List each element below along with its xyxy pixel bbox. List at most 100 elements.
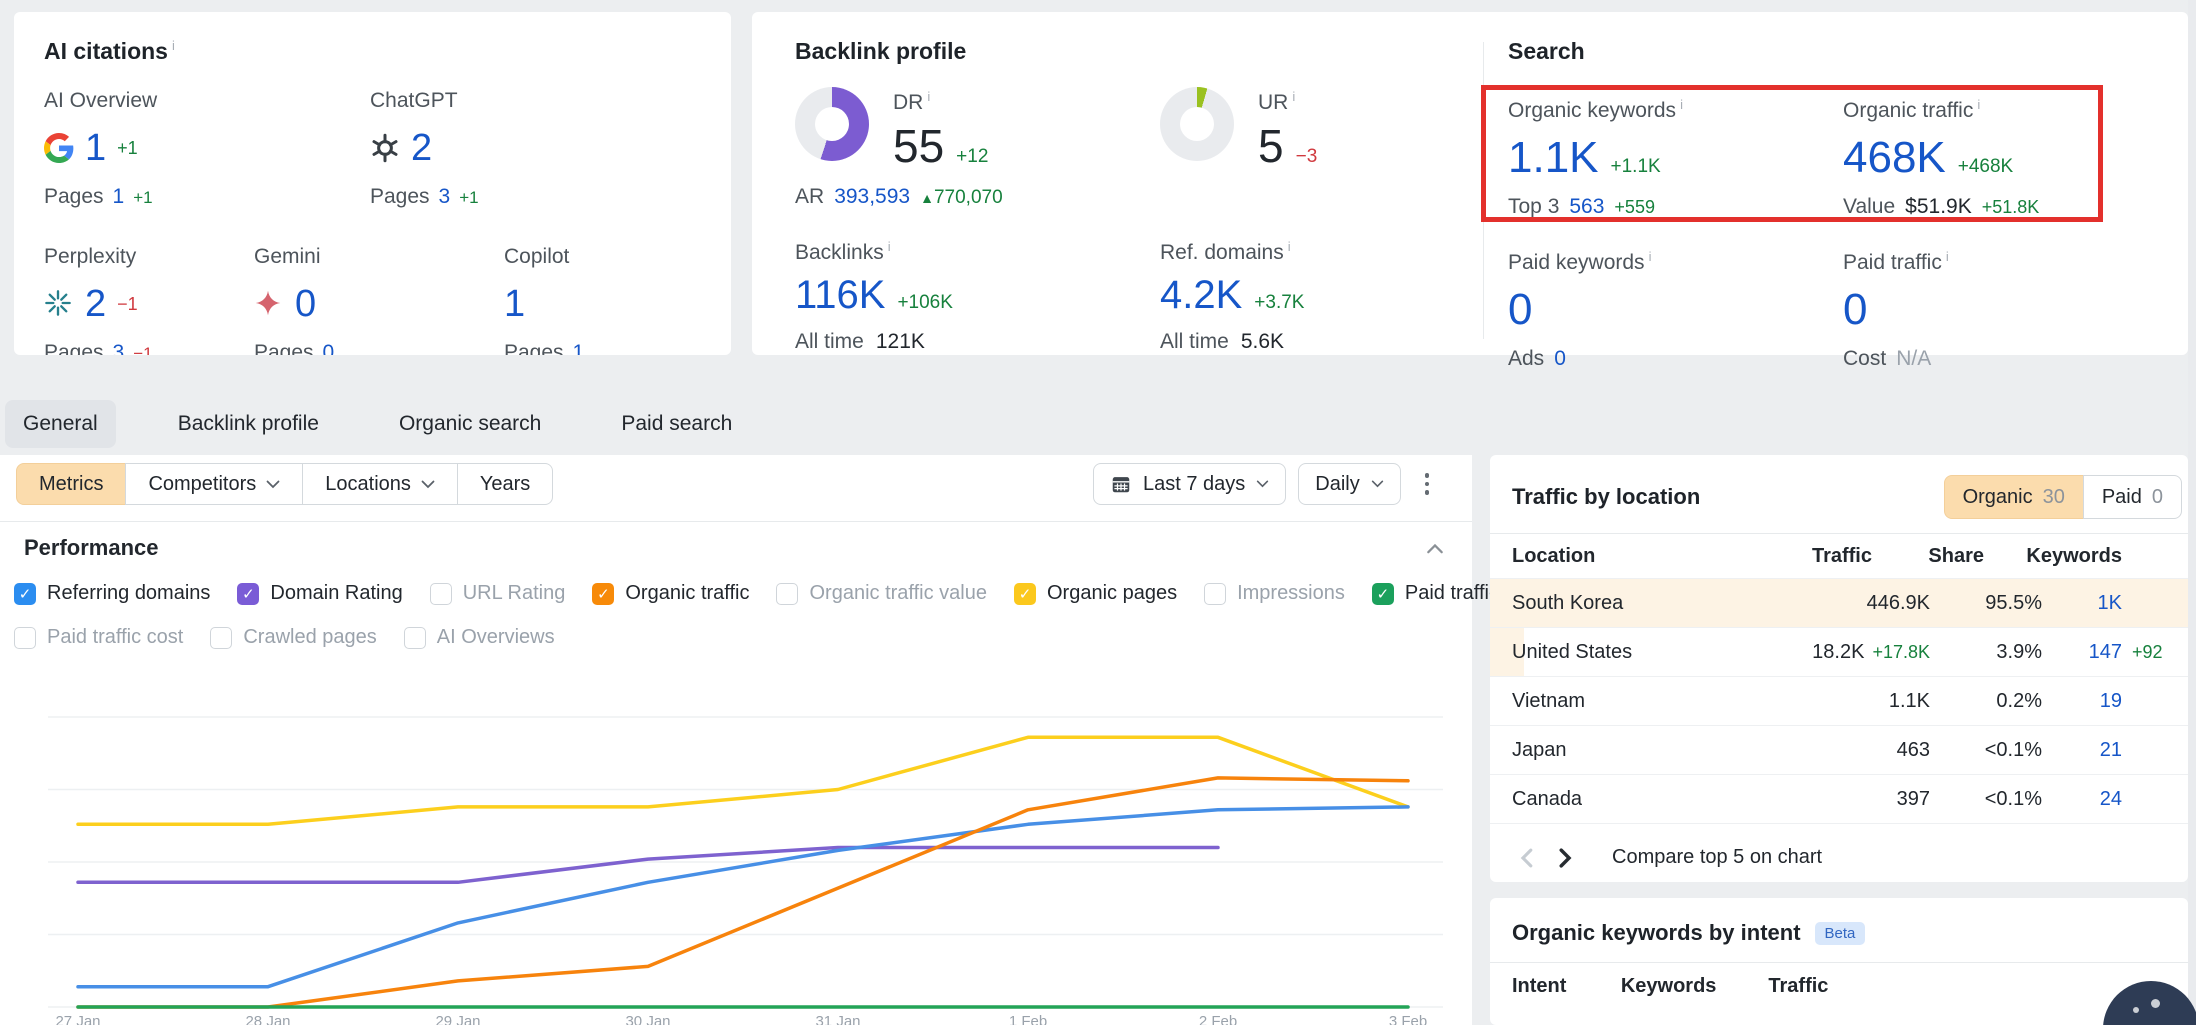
info-icon[interactable]: i xyxy=(1680,97,1683,112)
competitors-filter-button[interactable]: Competitors xyxy=(125,463,303,505)
ai-citation-copilot: Copilot 1 Pages1 xyxy=(504,245,584,355)
ref-domains-count-link[interactable]: 4.2K xyxy=(1160,273,1242,318)
info-icon[interactable]: i xyxy=(172,38,175,53)
top3-link[interactable]: 563 xyxy=(1569,195,1604,219)
metric-checkbox-impressions[interactable]: Impressions xyxy=(1204,582,1345,605)
tab-backlink-profile[interactable]: Backlink profile xyxy=(160,400,337,448)
backlink-search-card: Backlink profile DRi 55+12 URi 5−3 xyxy=(752,12,2188,355)
tab-general[interactable]: General xyxy=(5,400,116,448)
chevron-down-icon xyxy=(1371,480,1384,488)
ads-link[interactable]: 0 xyxy=(1554,347,1566,371)
pages-count-link[interactable]: 1 xyxy=(113,185,125,209)
series-referring-domains xyxy=(78,807,1408,987)
keywords-count-link[interactable]: 19 xyxy=(2100,690,2122,712)
compare-top5-link[interactable]: Compare top 5 on chart xyxy=(1612,846,1822,869)
x-tick-label: 31 Jan xyxy=(793,1013,883,1025)
metric-checkbox-paid-traffic-cost[interactable]: Paid traffic cost xyxy=(14,626,183,649)
performance-line-chart[interactable] xyxy=(38,679,1450,1013)
info-icon[interactable]: i xyxy=(1977,97,1980,112)
paid-toggle-button[interactable]: Paid0 xyxy=(2083,475,2182,519)
metric-checkbox-crawled-pages[interactable]: Crawled pages xyxy=(210,626,376,649)
organic-keywords-link[interactable]: 1.1K xyxy=(1508,133,1599,183)
copilot-count[interactable]: 1 xyxy=(504,283,525,326)
chevron-down-icon xyxy=(421,480,435,489)
ai-citation-ai-overview: AI Overview 1 +1 Pages1+1 xyxy=(44,89,370,209)
pages-count-link[interactable]: 0 xyxy=(323,341,335,355)
x-tick-label: 3 Feb xyxy=(1363,1013,1450,1025)
table-row-canada[interactable]: Canada 397 <0.1% 24 xyxy=(1490,774,2188,823)
metric-checkbox-url-rating[interactable]: URL Rating xyxy=(430,582,566,605)
paid-traffic-stat: Paid traffici 0 CostN/A xyxy=(1843,249,2178,371)
metric-checkbox-paid-traffic[interactable]: ✓Paid traffic xyxy=(1372,582,1499,605)
metric-checkbox-referring-domains[interactable]: ✓Referring domains xyxy=(14,582,210,605)
keywords-count-link[interactable]: 1K xyxy=(2098,592,2122,614)
metric-checkbox-organic-traffic[interactable]: ✓Organic traffic xyxy=(592,582,749,605)
scrollbar[interactable] xyxy=(2188,0,2196,1025)
table-row-vietnam[interactable]: Vietnam 1.1K 0.2% 19 xyxy=(1490,676,2188,725)
chatgpt-icon xyxy=(370,133,400,163)
pages-count-link[interactable]: 1 xyxy=(573,341,585,355)
info-icon[interactable]: i xyxy=(1946,249,1949,264)
intent-table-header: Intent Keywords Traffic xyxy=(1490,962,2188,998)
ref-domains-stat: Ref. domainsi 4.2K+3.7K All time5.6K xyxy=(1160,239,1304,354)
unchecked-checkbox-icon xyxy=(404,627,426,649)
paid-keywords-link[interactable]: 0 xyxy=(1508,285,1532,335)
metric-checkbox-ai-overviews[interactable]: AI Overviews xyxy=(404,626,555,649)
backlinks-count-link[interactable]: 116K xyxy=(795,273,885,318)
calendar-icon xyxy=(1110,473,1132,495)
paid-traffic-link[interactable]: 0 xyxy=(1843,285,1867,335)
checked-checkbox-icon: ✓ xyxy=(237,583,259,605)
gemini-count[interactable]: 0 xyxy=(295,283,316,326)
organic-keywords-stat: Organic keywordsi 1.1K+1.1K Top 3563+559 xyxy=(1508,97,1843,219)
chevron-up-icon xyxy=(1426,543,1444,554)
info-icon[interactable]: i xyxy=(1649,249,1652,264)
url-rating-gauge: URi 5−3 xyxy=(1160,87,1317,173)
tab-paid-search[interactable]: Paid search xyxy=(603,400,750,448)
metric-checkbox-organic-traffic-value[interactable]: Organic traffic value xyxy=(776,582,987,605)
chatgpt-count[interactable]: 2 xyxy=(411,127,432,170)
years-filter-button[interactable]: Years xyxy=(457,463,553,505)
tab-organic-search[interactable]: Organic search xyxy=(381,400,559,448)
locations-filter-button[interactable]: Locations xyxy=(302,463,458,505)
next-page-button[interactable] xyxy=(1559,848,1572,868)
divider xyxy=(0,521,1472,522)
info-icon[interactable]: i xyxy=(1288,239,1291,254)
performance-panel: Metrics Competitors Locations Years Last… xyxy=(0,455,1472,1025)
organic-traffic-stat: Organic traffici 468K+468K Value$51.9K+5… xyxy=(1843,97,2178,219)
keywords-count-link[interactable]: 147 xyxy=(2089,641,2122,663)
date-range-dropdown[interactable]: Last 7 days xyxy=(1093,463,1286,505)
info-icon[interactable]: i xyxy=(927,89,930,104)
more-options-menu[interactable] xyxy=(1417,465,1438,503)
organic-traffic-link[interactable]: 468K xyxy=(1843,133,1946,183)
ur-donut-chart xyxy=(1160,87,1234,161)
ai-citation-chatgpt: ChatGPT 2 Pages3+1 xyxy=(370,89,479,209)
keywords-count-link[interactable]: 24 xyxy=(2100,788,2122,810)
arrow-up-icon: ▲ xyxy=(920,190,934,206)
metric-checkbox-domain-rating[interactable]: ✓Domain Rating xyxy=(237,582,402,605)
metrics-filter-button[interactable]: Metrics xyxy=(16,463,126,505)
perplexity-count[interactable]: 2 xyxy=(85,283,106,326)
organic-paid-toggle: Organic30 Paid0 xyxy=(1944,475,2182,519)
granularity-dropdown[interactable]: Daily xyxy=(1298,463,1400,505)
ai-citation-gemini: Gemini 0 Pages0 xyxy=(254,245,504,355)
table-row-south-korea[interactable]: South Korea 446.9K 95.5% 1K xyxy=(1490,578,2188,627)
chevron-down-icon xyxy=(266,480,280,489)
ai-citations-title: AI citationsi xyxy=(44,38,701,65)
organic-toggle-button[interactable]: Organic30 xyxy=(1944,475,2084,519)
metric-checkbox-organic-pages[interactable]: ✓Organic pages xyxy=(1014,582,1177,605)
ahrefs-rank-link[interactable]: 393,593 xyxy=(834,185,910,209)
delta-badge: +1 xyxy=(117,138,138,159)
chevron-left-icon xyxy=(1520,848,1533,868)
collapse-section-button[interactable] xyxy=(1426,541,1444,559)
ahrefs-rank-line: AR 393,593 ▲770,070 xyxy=(795,185,1483,209)
ai-overview-count[interactable]: 1 xyxy=(85,127,106,170)
pages-count-link[interactable]: 3 xyxy=(113,341,125,355)
table-row-japan[interactable]: Japan 463 <0.1% 21 xyxy=(1490,725,2188,774)
info-icon[interactable]: i xyxy=(1292,89,1295,104)
info-icon[interactable]: i xyxy=(888,239,891,254)
keywords-count-link[interactable]: 21 xyxy=(2100,739,2122,761)
filter-segmented-control: Metrics Competitors Locations Years xyxy=(16,463,553,505)
table-row-united-states[interactable]: United States 18.2K+17.8K 3.9% 147 +92 xyxy=(1490,627,2188,676)
prev-page-button[interactable] xyxy=(1520,848,1533,868)
pages-count-link[interactable]: 3 xyxy=(439,185,451,209)
